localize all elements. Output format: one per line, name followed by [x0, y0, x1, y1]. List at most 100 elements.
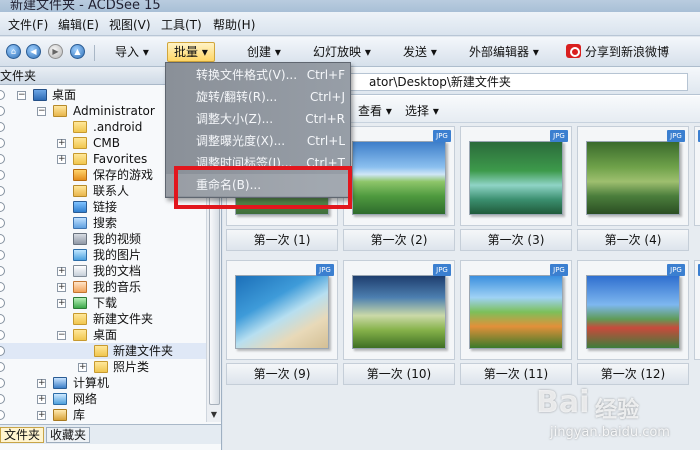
desktop-icon	[33, 89, 47, 101]
tree-radio-icon	[0, 218, 5, 228]
forward-icon[interactable]: ▶	[48, 44, 63, 59]
menu-tools[interactable]: 工具(T)	[161, 16, 202, 33]
tree-item[interactable]: + 库	[0, 407, 206, 422]
thumbnail-caption: 第一次 (2)	[343, 229, 455, 251]
tree-radio-icon	[0, 138, 5, 148]
view-menu-button[interactable]: 查看 ▾	[358, 102, 392, 119]
menu-view[interactable]: 视图(V)	[109, 16, 151, 33]
batch-menu-item[interactable]: 调整曝光度(X)... Ctrl+L	[166, 130, 350, 152]
jpg-badge-icon: JPG	[667, 130, 685, 142]
slideshow-button[interactable]: 幻灯放映 ▾	[313, 43, 371, 62]
batch-menu-item-shortcut: Ctrl+F	[306, 68, 345, 82]
tab-folders[interactable]: 文件夹	[0, 427, 45, 443]
app-window: 新建文件夹 - ACDSee 15 文件(F) 编辑(E) 视图(V) 工具(T…	[0, 0, 700, 450]
baidu-watermark: Bai	[536, 385, 590, 420]
thumbnail-item-partial[interactable]: JPG	[694, 260, 700, 387]
back-icon[interactable]: ◀	[26, 44, 41, 59]
tree-item[interactable]: + 网络	[0, 391, 206, 407]
menu-help[interactable]: 帮助(H)	[213, 16, 255, 33]
send-button[interactable]: 发送 ▾	[403, 43, 437, 62]
create-button[interactable]: 创建 ▾	[247, 43, 281, 62]
tree-item[interactable]: + 下载	[0, 295, 206, 311]
collapse-icon[interactable]: −	[37, 107, 46, 116]
tree-radio-icon	[0, 314, 5, 324]
path-field[interactable]: ator\Desktop\新建文件夹	[348, 73, 688, 91]
tree-item[interactable]: 新建文件夹	[0, 343, 206, 359]
external-editor-button[interactable]: 外部编辑器 ▾	[469, 43, 539, 62]
expand-icon[interactable]: +	[37, 379, 46, 388]
tree-item[interactable]: + 我的音乐	[0, 279, 206, 295]
thumbnail-frame[interactable]: JPG	[694, 260, 700, 360]
tree-radio-icon	[0, 330, 5, 340]
import-button[interactable]: 导入 ▾	[115, 43, 149, 62]
photo-thumbnail[interactable]	[469, 141, 563, 215]
thumbnail-item[interactable]: JPG 第一次 (3)	[460, 126, 572, 253]
tree-radio-icon	[0, 234, 5, 244]
photo-thumbnail[interactable]	[235, 275, 329, 349]
thumbnail-item-partial[interactable]: JPG	[694, 126, 700, 253]
baidu-watermark-url: jingyan.baidu.com	[550, 425, 670, 440]
thumbnail-frame[interactable]: JPG	[343, 260, 455, 360]
menu-edit[interactable]: 编辑(E)	[58, 16, 99, 33]
photo-thumbnail[interactable]	[469, 275, 563, 349]
thumbnail-frame[interactable]: JPG	[460, 260, 572, 360]
photo-thumbnail[interactable]	[586, 275, 680, 349]
expand-icon[interactable]: +	[57, 267, 66, 276]
scroll-down-icon[interactable]: ▼	[209, 410, 219, 420]
expand-icon[interactable]: +	[57, 139, 66, 148]
photo-thumbnail[interactable]	[352, 141, 446, 215]
collapse-icon[interactable]: −	[57, 331, 66, 340]
tree-item-label: 下载	[93, 296, 118, 310]
home-icon[interactable]: ⌂	[6, 44, 21, 59]
menu-bar: 文件(F) 编辑(E) 视图(V) 工具(T) 帮助(H)	[0, 12, 700, 36]
tab-favorites[interactable]: 收藏夹	[46, 427, 91, 443]
tree-item-label: 我的图片	[93, 248, 142, 262]
batch-menu-item[interactable]: 转换文件格式(V)... Ctrl+F	[166, 64, 350, 86]
tree-item[interactable]: − 桌面	[0, 327, 206, 343]
thumbnail-item[interactable]: JPG 第一次 (2)	[343, 126, 455, 253]
up-icon[interactable]: ▲	[70, 44, 85, 59]
expand-icon[interactable]: +	[78, 363, 87, 372]
tree-item[interactable]: 我的图片	[0, 247, 206, 263]
tree-radio-icon	[0, 90, 5, 100]
batch-menu-item-label: 调整大小(Z)...	[196, 112, 274, 126]
thumbnail-frame[interactable]: JPG	[694, 126, 700, 226]
photo-thumbnail[interactable]	[352, 275, 446, 349]
thumbnail-item[interactable]: JPG 第一次 (10)	[343, 260, 455, 387]
thumbnail-item[interactable]: JPG 第一次 (11)	[460, 260, 572, 387]
tree-item[interactable]: 新建文件夹	[0, 311, 206, 327]
expand-icon[interactable]: +	[57, 283, 66, 292]
share-weibo-button[interactable]: 分享到新浪微博	[566, 43, 669, 62]
batch-menu-item-label: 调整曝光度(X)...	[196, 134, 286, 148]
thumbnail-item[interactable]: JPG 第一次 (9)	[226, 260, 338, 387]
menu-file[interactable]: 文件(F)	[8, 16, 48, 33]
thumbnail-caption: 第一次 (3)	[460, 229, 572, 251]
tree-item[interactable]: 我的视频	[0, 231, 206, 247]
batch-menu-item-label: 转换文件格式(V)...	[196, 68, 298, 82]
thumbnail-item[interactable]: JPG 第一次 (12)	[577, 260, 689, 387]
batch-menu-item[interactable]: 调整大小(Z)... Ctrl+R	[166, 108, 350, 130]
thumbnail-frame[interactable]: JPG	[577, 126, 689, 226]
expand-icon[interactable]: +	[37, 395, 46, 404]
tree-item[interactable]: + 计算机	[0, 375, 206, 391]
collapse-icon[interactable]: −	[17, 91, 26, 100]
expand-icon[interactable]: +	[37, 411, 46, 420]
contacts-icon	[73, 185, 87, 197]
thumbnail-frame[interactable]: JPG	[226, 260, 338, 360]
tree-item-label: 我的音乐	[93, 280, 142, 294]
tree-item[interactable]: + 照片类	[0, 359, 206, 375]
thumbnail-frame[interactable]: JPG	[577, 260, 689, 360]
photo-thumbnail[interactable]	[586, 141, 680, 215]
toolbar-divider	[94, 45, 95, 61]
expand-icon[interactable]: +	[57, 299, 66, 308]
thumbnail-item[interactable]: JPG 第一次 (4)	[577, 126, 689, 253]
batch-button[interactable]: 批量 ▾	[167, 42, 215, 62]
tree-item[interactable]: 搜索	[0, 215, 206, 231]
thumbnail-frame[interactable]: JPG	[343, 126, 455, 226]
expand-icon[interactable]: +	[57, 155, 66, 164]
select-menu-button[interactable]: 选择 ▾	[405, 102, 439, 119]
thumbnail-frame[interactable]: JPG	[460, 126, 572, 226]
tree-item[interactable]: + 我的文档	[0, 263, 206, 279]
batch-menu-item[interactable]: 旋转/翻转(R)... Ctrl+J	[166, 86, 350, 108]
pictures-icon	[73, 249, 87, 261]
